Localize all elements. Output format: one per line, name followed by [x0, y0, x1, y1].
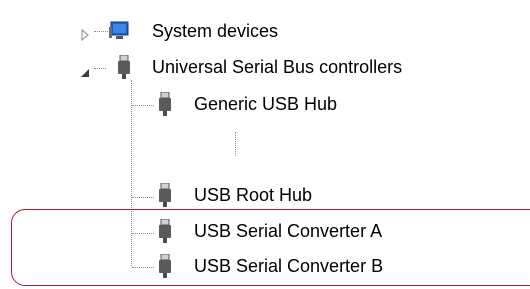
tree-item-usb-controllers[interactable]: Universal Serial Bus controllers [80, 52, 402, 82]
tree-item-label: Generic USB Hub [194, 94, 338, 114]
system-devices-icon [108, 21, 130, 46]
usb-plug-icon [117, 54, 131, 84]
tree-line [132, 105, 154, 106]
expand-arrow-icon[interactable] [80, 25, 90, 46]
tree-line [132, 197, 154, 198]
usb-plug-icon [158, 91, 172, 121]
tree-item-generic-usb-hub[interactable]: Generic USB Hub [158, 89, 337, 119]
tree-item-usb-root-hub[interactable]: USB Root Hub [158, 180, 312, 210]
tree-item-label: USB Root Hub [194, 185, 313, 205]
tree-item-label: System devices [152, 21, 279, 41]
tree-item-label: Universal Serial Bus controllers [152, 57, 403, 77]
highlight-box [11, 209, 530, 286]
usb-plug-icon [158, 182, 172, 212]
collapse-arrow-icon[interactable] [80, 62, 90, 83]
ellipsis-gap [235, 132, 236, 156]
tree-item-system-devices[interactable]: System devices [80, 16, 278, 46]
